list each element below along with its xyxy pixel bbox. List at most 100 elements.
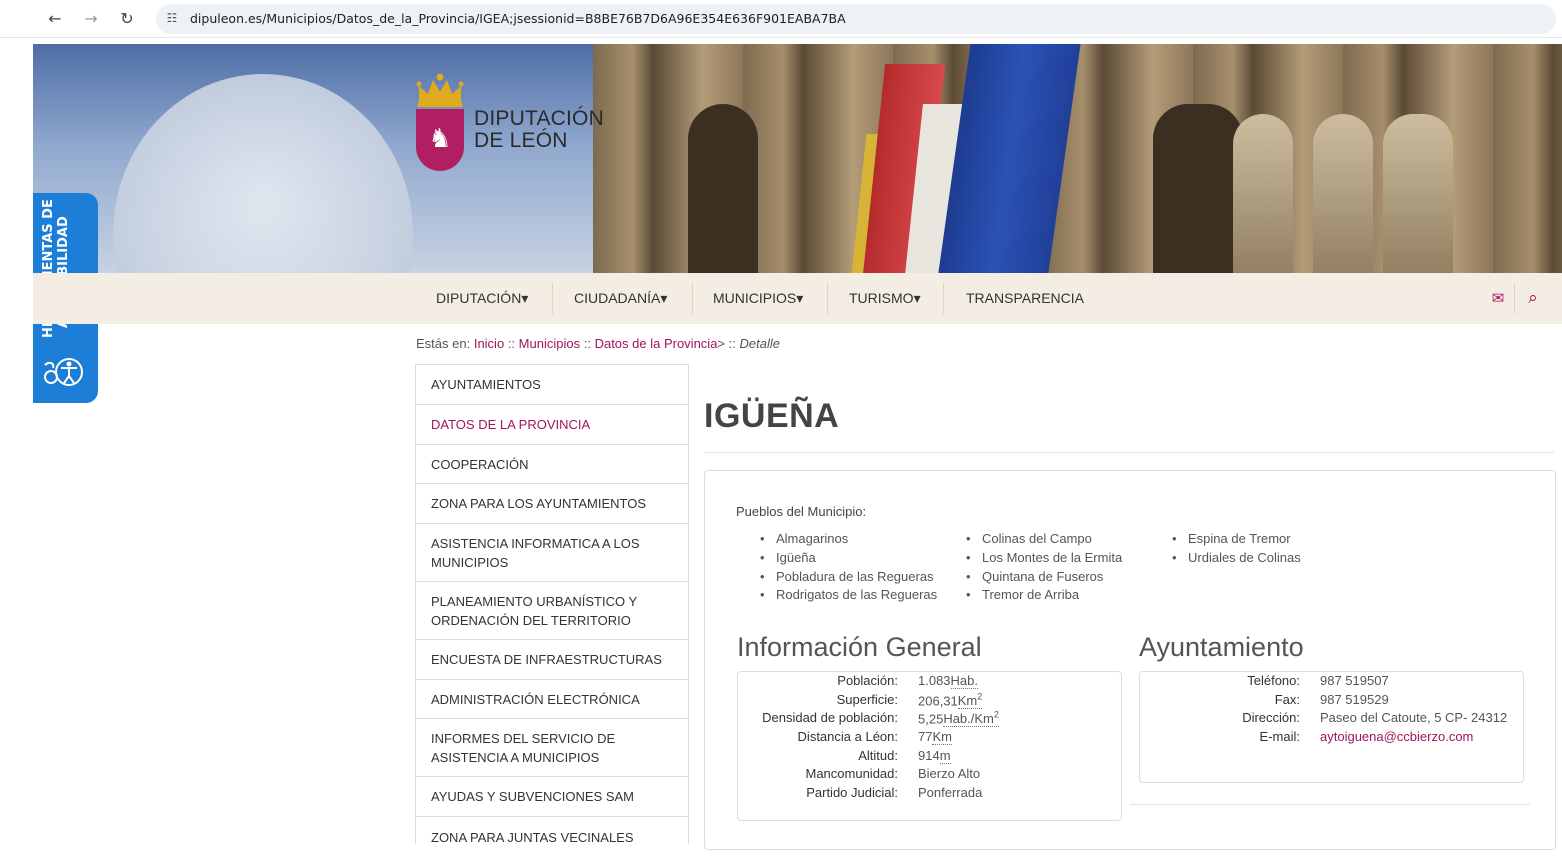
sidebar-item-juntas-vecinales[interactable]: ZONA PARA JUNTAS VECINALES [416, 817, 688, 857]
info-label: Población: [837, 673, 898, 688]
breadcrumb-current: Detalle [739, 336, 780, 351]
mail-icon[interactable]: ✉ [1489, 289, 1507, 307]
nav-label: CIUDADANÍA [574, 290, 661, 306]
info-number: 914 [918, 748, 940, 763]
contact-label: Teléfono: [1247, 673, 1300, 688]
info-value: Bierzo Alto [918, 766, 981, 781]
info-label: Superficie: [836, 692, 898, 707]
list-item: Igüeña [760, 550, 816, 565]
banner-arch [1153, 104, 1243, 273]
info-number: 206,31 [918, 693, 958, 709]
sidebar-item-ayudas-sam[interactable]: AYUDAS Y SUBVENCIONES SAM [416, 777, 688, 817]
site-logo[interactable]: ♞ DIPUTACIÓN DE LEÓN [413, 72, 613, 172]
breadcrumb-separator: :: [583, 336, 591, 351]
banner-facade [593, 44, 1562, 273]
info-number: 1.083 [918, 673, 951, 688]
list-item: Tremor de Arriba [966, 587, 1079, 602]
info-label: Mancomunidad: [805, 766, 899, 781]
title-divider [704, 452, 1554, 453]
banner-statue [1233, 114, 1293, 273]
address-bar[interactable]: ☷ dipuleon.es/Municipios/Datos_de_la_Pro… [156, 4, 1556, 34]
breadcrumb: Estás en: Inicio :: Municipios :: Datos … [416, 336, 780, 351]
nav-label: MUNICIPIOS [713, 290, 797, 306]
list-item: Los Montes de la Ermita [966, 550, 1122, 565]
contact-label: Dirección: [1242, 710, 1300, 725]
breadcrumb-link-municipios[interactable]: Municipios [519, 336, 580, 351]
lion-icon: ♞ [428, 124, 452, 154]
nav-divider [692, 283, 693, 314]
sidebar-item-ayuntamientos[interactable]: AYUNTAMIENTOS [416, 365, 688, 405]
section-divider [1130, 804, 1530, 805]
sidebar-menu: AYUNTAMIENTOS DATOS DE LA PROVINCIA COOP… [415, 364, 689, 845]
info-label: Densidad de población: [762, 710, 898, 725]
sidebar-item-informes-servicio[interactable]: INFORMES DEL SERVICIO DE ASISTENCIA A MU… [416, 719, 688, 777]
contact-label: Fax: [1274, 692, 1300, 707]
unit-superscript: 2 [993, 710, 999, 720]
nav-divider [552, 283, 553, 314]
logo-line-2: DE LEÓN [474, 129, 568, 152]
back-icon[interactable]: ← [44, 8, 66, 30]
info-value: 5,25Hab./Km2 [918, 710, 999, 728]
sidebar-item-cooperacion[interactable]: COOPERACIÓN [416, 445, 688, 484]
crown-icon [416, 73, 464, 107]
sidebar-item-planeamiento[interactable]: PLANEAMIENTO URBANÍSTICO Y ORDENACIÓN DE… [416, 582, 688, 640]
site-info-icon[interactable]: ☷ [164, 10, 180, 26]
pueblos-label: Pueblos del Municipio: [736, 504, 867, 519]
list-item: Colinas del Campo [966, 531, 1092, 546]
info-label: Partido Judicial: [806, 785, 898, 800]
breadcrumb-prefix: Estás en: [416, 336, 471, 351]
email-link[interactable]: aytoiguena@ccbierzo.com [1320, 729, 1473, 744]
breadcrumb-separator: :: [728, 336, 736, 351]
fax-value: 987 519529 [1320, 692, 1389, 707]
info-unit: Hab. [950, 673, 979, 689]
forward-icon[interactable]: → [80, 8, 102, 30]
info-unit: Hab./Km2 [943, 710, 999, 728]
banner-arch [688, 104, 758, 273]
url-text[interactable]: dipuleon.es/Municipios/Datos_de_la_Provi… [190, 11, 846, 26]
list-item: Pobladura de las Regueras [760, 569, 934, 584]
nav-label: TURISMO [849, 290, 914, 306]
info-label: Distancia a Léon: [797, 729, 898, 744]
list-item: Urdiales de Colinas [1172, 550, 1301, 565]
nav-divider [1514, 283, 1515, 314]
nav-divider [827, 283, 828, 314]
breadcrumb-arrow: > [717, 336, 726, 351]
chevron-down-icon: ▾ [796, 290, 804, 306]
sidebar-item-encuesta[interactable]: ENCUESTA DE INFRAESTRUCTURAS [416, 640, 688, 680]
nav-divider [943, 283, 944, 314]
info-unit: Km2 [957, 692, 983, 710]
banner-statue [1313, 114, 1373, 273]
list-item: Quintana de Fuseros [966, 569, 1103, 584]
nav-item-ciudadania[interactable]: CIUDADANÍA▾ [574, 273, 667, 324]
sidebar-item-asistencia-informatica[interactable]: ASISTENCIA INFORMATICA A LOS MUNICIPIOS [416, 524, 688, 582]
nav-item-transparencia[interactable]: TRANSPARENCIA [966, 273, 1084, 324]
phone-value: 987 519507 [1320, 673, 1389, 688]
banner-statue [1383, 114, 1453, 273]
browser-toolbar: ← → ↻ ☷ dipuleon.es/Municipios/Datos_de_… [0, 0, 1562, 38]
info-value: Ponferrada [918, 785, 983, 800]
info-unit: m [939, 748, 951, 764]
breadcrumb-separator: :: [507, 336, 516, 351]
sidebar-item-zona-ayuntamientos[interactable]: ZONA PARA LOS AYUNTAMIENTOS [416, 484, 688, 524]
nav-item-turismo[interactable]: TURISMO▾ [849, 273, 921, 324]
accessibility-icon [44, 358, 83, 386]
info-label: Altitud: [858, 748, 898, 763]
breadcrumb-link-inicio[interactable]: Inicio [474, 336, 504, 351]
sidebar-item-administracion-electronica[interactable]: ADMINISTRACIÓN ELECTRÓNICA [416, 680, 688, 719]
reload-icon[interactable]: ↻ [116, 8, 138, 30]
page-title: IGÜEÑA [704, 397, 840, 435]
chevron-down-icon: ▾ [521, 290, 529, 306]
info-unit: Km [932, 729, 952, 745]
chevron-down-icon: ▾ [913, 290, 921, 306]
logo-text: DIPUTACIÓN DE LEÓN [474, 108, 604, 152]
breadcrumb-link-datos-provincia[interactable]: Datos de la Provincia [595, 336, 718, 351]
main-navigation: DIPUTACIÓN▾ CIUDADANÍA▾ MUNICIPIOS▾ TURI… [33, 273, 1562, 324]
sidebar-item-datos-provincia[interactable]: DATOS DE LA PROVINCIA [416, 405, 688, 445]
nav-item-municipios[interactable]: MUNICIPIOS▾ [713, 273, 803, 324]
info-value: 1.083Hab. [918, 673, 979, 689]
contact-label: E-mail: [1259, 729, 1300, 744]
nav-item-diputacion[interactable]: DIPUTACIÓN▾ [436, 273, 528, 324]
info-number: 77 [918, 729, 933, 744]
search-icon[interactable]: ⌕ [1524, 289, 1542, 307]
unit-text: Km [957, 693, 978, 709]
